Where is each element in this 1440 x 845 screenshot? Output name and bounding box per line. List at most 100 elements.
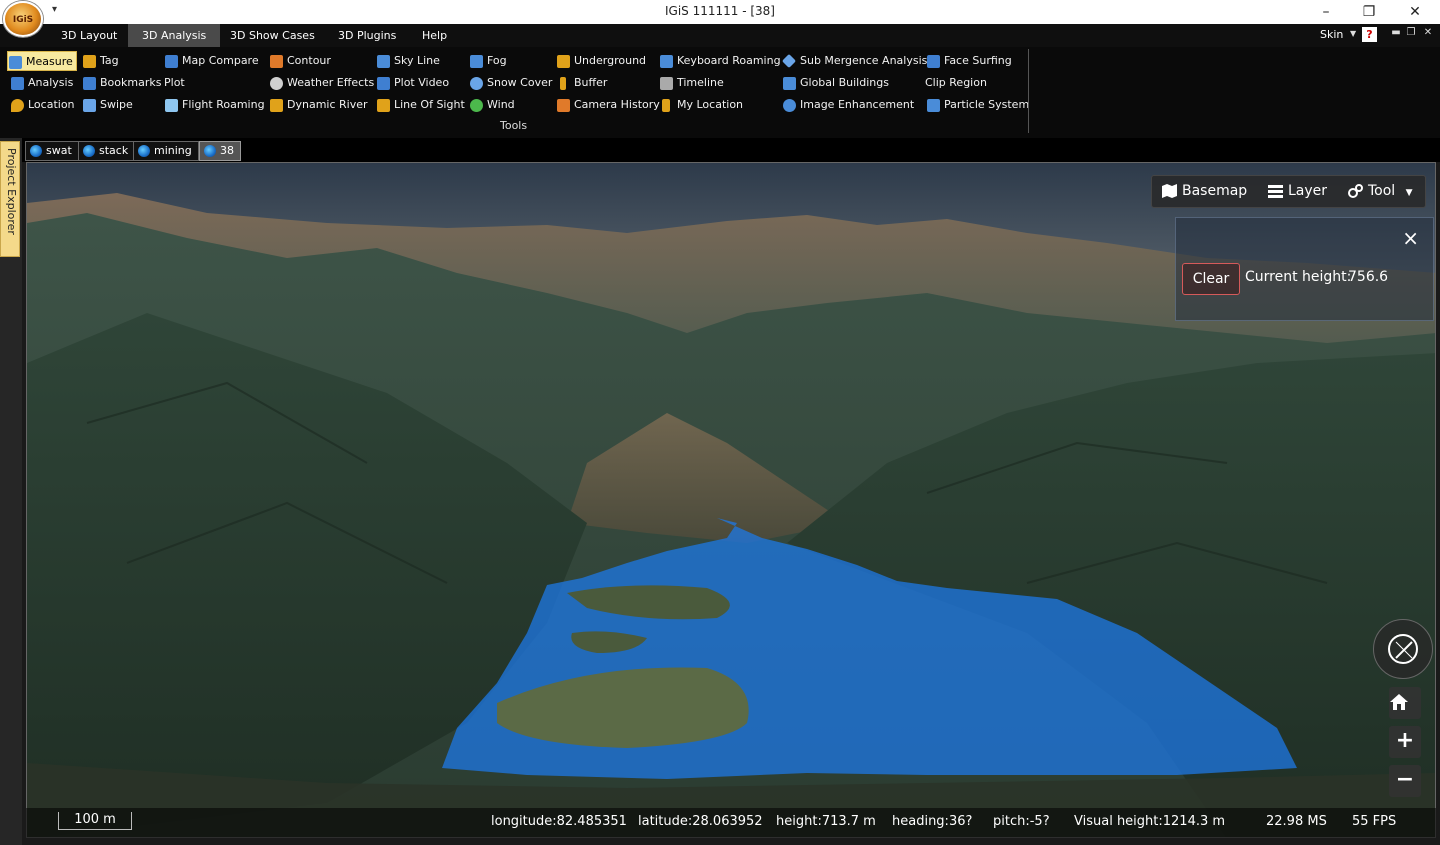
- tag-label: Tag: [100, 54, 119, 67]
- buffer-label: Buffer: [574, 76, 608, 89]
- globe-icon: [83, 145, 95, 157]
- compass-needle-icon: [1395, 641, 1413, 659]
- clip-region-button[interactable]: Clip Region: [907, 73, 987, 93]
- plot-button[interactable]: Plot: [146, 73, 185, 93]
- wind-icon: [470, 99, 483, 112]
- window-title: IGiS 111111 - [38]: [664, 4, 775, 18]
- underground-button[interactable]: Underground: [556, 51, 646, 71]
- keyboard-icon: [660, 55, 673, 68]
- current-height-label: Current height:: [1245, 269, 1352, 285]
- close-window-button[interactable]: ✕: [1400, 2, 1430, 22]
- bookmark-icon: [83, 77, 96, 90]
- doc-tab-stack[interactable]: stack: [78, 141, 136, 161]
- plot-video-label: Plot Video: [394, 76, 450, 89]
- layer-button[interactable]: Layer: [1258, 176, 1327, 207]
- tab-help[interactable]: Help: [408, 24, 461, 47]
- camera-history-button[interactable]: Camera History: [556, 95, 660, 115]
- longitude-readout: longitude:82.485351: [491, 814, 627, 829]
- tab-3d-analysis[interactable]: 3D Analysis: [128, 24, 221, 47]
- current-height-value: 756.6: [1348, 269, 1389, 285]
- tool-button[interactable]: Tool ▼: [1338, 176, 1413, 207]
- tag-button[interactable]: Tag: [82, 51, 119, 71]
- app-logo[interactable]: IGiS: [3, 1, 43, 37]
- measure-button[interactable]: Measure: [7, 51, 77, 71]
- help-icon[interactable]: ?: [1362, 27, 1377, 42]
- buffer-button[interactable]: Buffer: [556, 73, 607, 93]
- fog-icon: [470, 55, 483, 68]
- tool-label: Tool: [1368, 183, 1396, 199]
- my-location-button[interactable]: My Location: [659, 95, 743, 115]
- doc-tab-38[interactable]: 38: [199, 141, 241, 161]
- pitch-readout: pitch:-5?: [993, 814, 1050, 829]
- timeline-button[interactable]: Timeline: [659, 73, 724, 93]
- minimize-button[interactable]: –: [1311, 2, 1341, 22]
- fog-button[interactable]: Fog: [469, 51, 507, 71]
- sub-mergence-analysis-button[interactable]: Sub Mergence Analysis: [781, 51, 928, 71]
- measure-label: Measure: [26, 55, 73, 68]
- map-toolbar: Basemap Layer Tool ▼: [1151, 175, 1426, 208]
- tag-icon: [83, 55, 96, 68]
- global-buildings-button[interactable]: Global Buildings: [782, 73, 889, 93]
- contour-icon: [270, 55, 283, 68]
- weather-effects-button[interactable]: Weather Effects: [269, 73, 374, 93]
- skin-menu[interactable]: Skin: [1320, 28, 1343, 41]
- menu-bar: 3D Layout 3D Analysis 3D Show Cases 3D P…: [0, 24, 1440, 47]
- clear-button[interactable]: Clear: [1182, 263, 1240, 295]
- mdi-close-icon[interactable]: ✕: [1422, 27, 1434, 41]
- face-surfing-button[interactable]: Face Surfing: [926, 51, 1012, 71]
- plot-video-button[interactable]: Plot Video: [376, 73, 449, 93]
- video-icon: [377, 77, 390, 90]
- logo-text: IGiS: [12, 15, 34, 25]
- line-of-sight-button[interactable]: Line Of Sight: [376, 95, 465, 115]
- swipe-button[interactable]: Swipe: [82, 95, 133, 115]
- frame-time-readout: 22.98 MS: [1266, 814, 1327, 829]
- sky-line-label: Sky Line: [394, 54, 440, 67]
- visual-height-readout: Visual height:1214.3 m: [1074, 814, 1226, 829]
- contour-button[interactable]: Contour: [269, 51, 331, 71]
- flight-roaming-button[interactable]: Flight Roaming: [164, 95, 265, 115]
- snow-cover-label: Snow Cover: [487, 76, 553, 89]
- zoom-in-button[interactable]: +: [1389, 726, 1421, 758]
- tab-3d-show-cases[interactable]: 3D Show Cases: [216, 24, 329, 47]
- underground-label: Underground: [574, 54, 647, 67]
- particle-system-button[interactable]: Particle System: [926, 95, 1029, 115]
- flight-roaming-label: Flight Roaming: [182, 98, 265, 111]
- dynamic-river-label: Dynamic River: [287, 98, 368, 111]
- buffer-icon: [560, 77, 566, 90]
- compass-control[interactable]: [1373, 619, 1433, 679]
- mdi-minimize-icon[interactable]: ▬: [1390, 27, 1402, 41]
- person-icon: [662, 99, 670, 112]
- location-button[interactable]: Location: [10, 95, 75, 115]
- snow-cover-button[interactable]: Snow Cover: [469, 73, 552, 93]
- home-icon: [1390, 694, 1408, 710]
- keyboard-roaming-button[interactable]: Keyboard Roaming: [659, 51, 781, 71]
- analysis-button[interactable]: Analysis: [10, 73, 73, 93]
- zoom-out-button[interactable]: −: [1389, 765, 1421, 797]
- image-enhancement-button[interactable]: Image Enhancement: [782, 95, 914, 115]
- dynamic-river-button[interactable]: Dynamic River: [269, 95, 368, 115]
- ribbon-separator: [1028, 49, 1029, 133]
- map-compare-button[interactable]: Map Compare: [164, 51, 259, 71]
- basemap-button[interactable]: Basemap: [1152, 176, 1247, 207]
- title-bar: IGiS ▾ IGiS 111111 - [38] – ❐ ✕: [0, 0, 1440, 37]
- map-viewport[interactable]: Basemap Layer Tool ▼ × Clear Current hei…: [26, 162, 1436, 838]
- maximize-button[interactable]: ❐: [1354, 2, 1384, 22]
- map-icon: [1162, 184, 1177, 198]
- close-panel-button[interactable]: ×: [1402, 228, 1419, 248]
- mdi-restore-icon[interactable]: ❐: [1405, 27, 1417, 41]
- weather-effects-label: Weather Effects: [287, 76, 375, 89]
- sky-line-button[interactable]: Sky Line: [376, 51, 440, 71]
- tool-caret-icon: ▼: [1405, 188, 1413, 198]
- tab-3d-layout[interactable]: 3D Layout: [47, 24, 131, 47]
- doc-tab-mining[interactable]: mining: [133, 141, 199, 161]
- doc-tab-label: 38: [220, 144, 234, 157]
- skin-dropdown-icon[interactable]: ▼: [1350, 29, 1356, 38]
- doc-tab-swat[interactable]: swat: [25, 141, 79, 161]
- doc-tab-label: swat: [46, 144, 72, 157]
- home-button[interactable]: [1389, 687, 1421, 719]
- fog-label: Fog: [487, 54, 507, 67]
- wind-button[interactable]: Wind: [469, 95, 515, 115]
- doc-tab-label: stack: [99, 144, 129, 157]
- sub-mergence-analysis-label: Sub Mergence Analysis: [800, 54, 928, 67]
- tab-3d-plugins[interactable]: 3D Plugins: [324, 24, 410, 47]
